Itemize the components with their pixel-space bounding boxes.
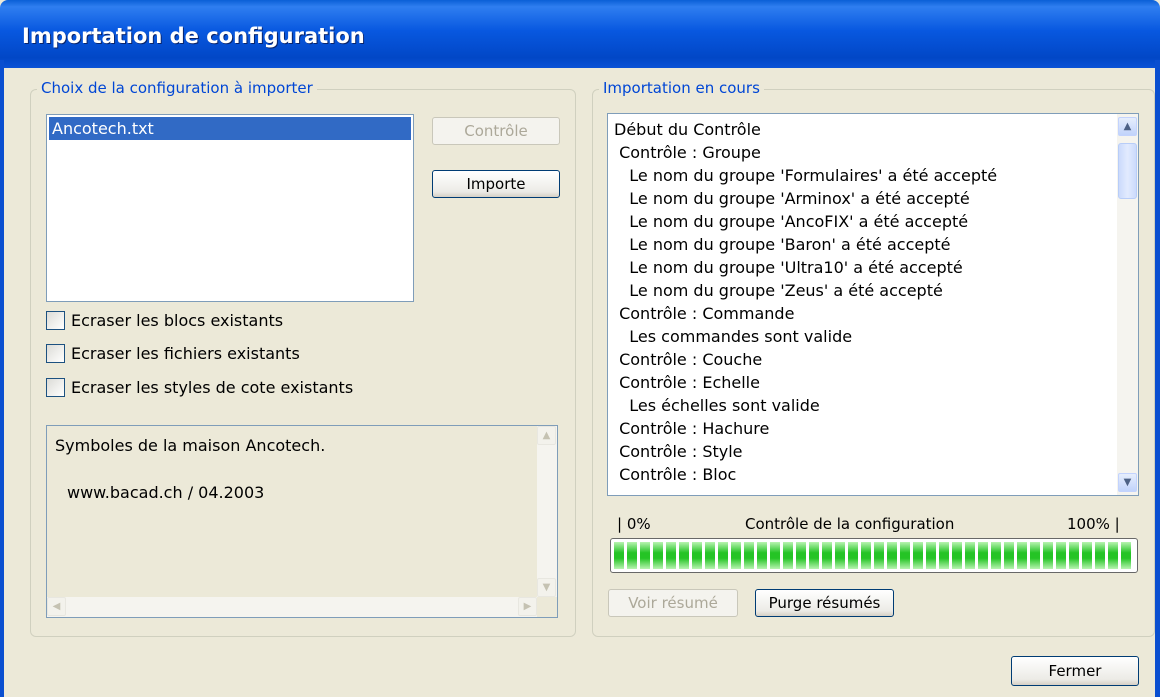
- log-line: Contrôle : Couche: [614, 350, 763, 369]
- scroll-down-icon[interactable]: ▼: [537, 578, 556, 597]
- scroll-up-icon[interactable]: ▲: [537, 426, 556, 445]
- progress-segment: [926, 542, 936, 569]
- import-button[interactable]: Importe: [432, 170, 560, 198]
- description-line-1: Symboles de la maison Ancotech.: [55, 436, 326, 455]
- description-vertical-scrollbar[interactable]: ▲ ▼: [537, 426, 557, 597]
- progress-segment: [640, 542, 650, 569]
- dialog-window: Importation de configuration Choix de la…: [0, 0, 1160, 697]
- progress-segment: [679, 542, 689, 569]
- progress-segment: [965, 542, 975, 569]
- import-log[interactable]: Début du Contrôle Contrôle : Groupe Le n…: [607, 113, 1139, 496]
- progress-segment: [809, 542, 819, 569]
- log-line: Les échelles sont valide: [614, 396, 820, 415]
- window-title: Importation de configuration: [22, 24, 365, 48]
- purge-summaries-button[interactable]: Purge résumés: [755, 589, 894, 617]
- log-line: Le nom du groupe 'Ultra10' a été accepté: [614, 258, 963, 277]
- log-line: Le nom du groupe 'AncoFIX' a été accepté: [614, 212, 969, 231]
- control-button[interactable]: Contrôle: [432, 117, 560, 145]
- progress-segment: [1004, 542, 1014, 569]
- overwrite-blocks-checkbox[interactable]: [46, 310, 65, 330]
- progress-segment: [783, 542, 793, 569]
- progress-caption: Contrôle de la configuration: [745, 515, 955, 533]
- overwrite-files-checkbox[interactable]: [46, 343, 65, 363]
- progress-segment: [796, 542, 806, 569]
- window-frame-right: [1155, 60, 1160, 697]
- progress-segment: [1017, 542, 1027, 569]
- title-bar[interactable]: Importation de configuration: [0, 0, 1160, 68]
- progress-segment: [1121, 542, 1131, 569]
- import-choice-legend: Choix de la configuration à importer: [37, 79, 317, 97]
- progress-segment: [900, 542, 910, 569]
- log-line: Les commandes sont valide: [614, 327, 853, 346]
- window-frame-left: [0, 60, 4, 697]
- progress-bar: [610, 538, 1138, 573]
- overwrite-dim-styles-label: Ecraser les styles de cote existants: [71, 377, 354, 397]
- progress-segment: [848, 542, 858, 569]
- progress-segment: [666, 542, 676, 569]
- progress-segment: [705, 542, 715, 569]
- list-item[interactable]: Ancotech.txt: [49, 117, 411, 140]
- progress-segment: [1095, 542, 1105, 569]
- progress-segment: [913, 542, 923, 569]
- config-file-list[interactable]: Ancotech.txt: [46, 114, 414, 302]
- progress-segment: [1043, 542, 1053, 569]
- overwrite-blocks-label: Ecraser les blocs existants: [71, 310, 284, 330]
- log-line: Contrôle : Bloc: [614, 465, 737, 484]
- progress-segment: [835, 542, 845, 569]
- progress-min-label: | 0%: [617, 515, 651, 533]
- scroll-left-icon[interactable]: ◀: [47, 597, 66, 616]
- view-summary-button[interactable]: Voir résumé: [608, 589, 738, 617]
- progress-segment: [744, 542, 754, 569]
- progress-max-label: 100% |: [1067, 515, 1120, 533]
- progress-segment: [822, 542, 832, 569]
- progress-segment: [1030, 542, 1040, 569]
- progress-segment: [1108, 542, 1118, 569]
- progress-segment: [757, 542, 767, 569]
- progress-segment: [627, 542, 637, 569]
- progress-segment: [692, 542, 702, 569]
- log-line: Contrôle : Echelle: [614, 373, 760, 392]
- progress-segment: [991, 542, 1001, 569]
- progress-segment: [978, 542, 988, 569]
- scroll-down-icon[interactable]: ▼: [1118, 473, 1137, 492]
- log-vertical-scrollbar[interactable]: ▲ ▼: [1117, 114, 1138, 495]
- import-progress-legend: Importation en cours: [599, 79, 764, 97]
- progress-segment: [952, 542, 962, 569]
- log-line: Contrôle : Hachure: [614, 419, 770, 438]
- scroll-up-icon[interactable]: ▲: [1118, 117, 1137, 136]
- progress-segment: [861, 542, 871, 569]
- progress-segment: [939, 542, 949, 569]
- overwrite-files-label: Ecraser les fichiers existants: [71, 343, 300, 363]
- progress-segment: [770, 542, 780, 569]
- progress-segment: [887, 542, 897, 569]
- log-line: Contrôle : Commande: [614, 304, 795, 323]
- log-line: Le nom du groupe 'Formulaires' a été acc…: [614, 166, 998, 185]
- description-line-2: www.bacad.ch / 04.2003: [67, 483, 265, 502]
- progress-segment: [614, 542, 624, 569]
- scroll-right-icon[interactable]: ▶: [518, 597, 537, 616]
- progress-segment: [1069, 542, 1079, 569]
- log-lines: Début du Contrôle Contrôle : Groupe Le n…: [608, 118, 1116, 486]
- progress-segment: [1082, 542, 1092, 569]
- log-line: Le nom du groupe 'Arminox' a été accepté: [614, 189, 970, 208]
- progress-segment: [718, 542, 728, 569]
- overwrite-files-option[interactable]: Ecraser les fichiers existants: [46, 341, 300, 365]
- log-line: Contrôle : Style: [614, 442, 743, 461]
- close-button[interactable]: Fermer: [1011, 656, 1139, 686]
- scroll-thumb[interactable]: [1118, 143, 1137, 199]
- overwrite-dim-styles-checkbox[interactable]: [46, 377, 65, 397]
- description-box[interactable]: Symboles de la maison Ancotech. www.baca…: [46, 425, 558, 618]
- log-line: Début du Contrôle: [614, 120, 761, 139]
- progress-segment: [653, 542, 663, 569]
- description-horizontal-scrollbar[interactable]: ◀ ▶: [47, 597, 537, 617]
- log-line: Le nom du groupe 'Baron' a été accepté: [614, 235, 951, 254]
- log-line: Le nom du groupe 'Zeus' a été accepté: [614, 281, 943, 300]
- progress-segment: [731, 542, 741, 569]
- log-line: Contrôle : Groupe: [614, 143, 761, 162]
- progress-segment: [1056, 542, 1066, 569]
- overwrite-dim-styles-option[interactable]: Ecraser les styles de cote existants: [46, 375, 353, 399]
- progress-segment: [874, 542, 884, 569]
- overwrite-blocks-option[interactable]: Ecraser les blocs existants: [46, 308, 283, 332]
